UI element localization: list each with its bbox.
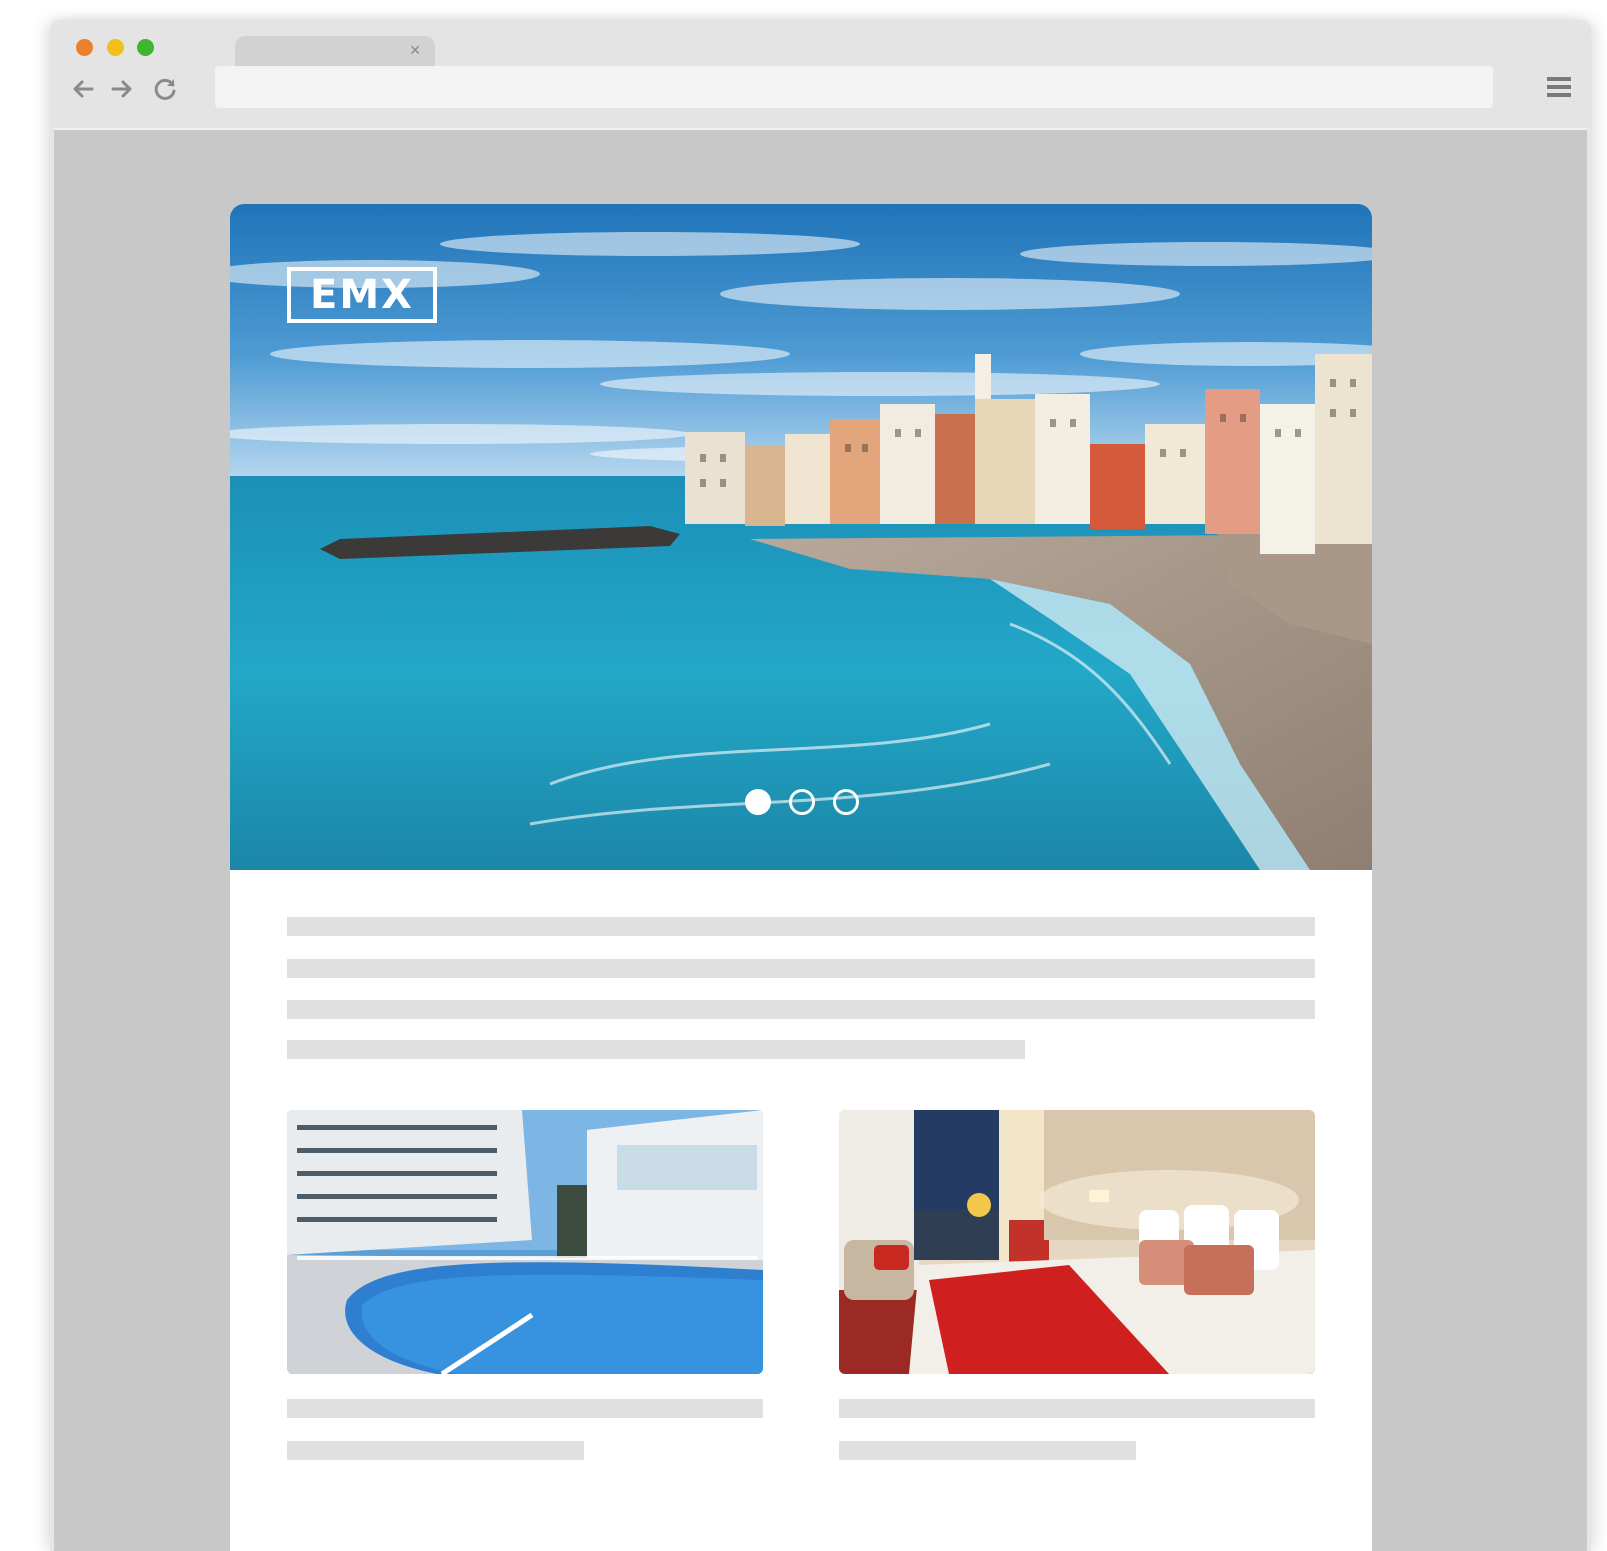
- hotel-bedroom-photo: [839, 1110, 1315, 1374]
- text-placeholder-line: [287, 1441, 584, 1460]
- brand-logo: EMX: [287, 267, 437, 323]
- window-close-button[interactable]: [76, 39, 93, 56]
- text-placeholder-line: [839, 1441, 1136, 1460]
- carousel-dot-3[interactable]: [833, 789, 859, 815]
- text-placeholder-line: [287, 959, 1315, 978]
- text-placeholder-line: [287, 917, 1315, 936]
- text-placeholder-line: [287, 1040, 1025, 1059]
- page-viewport: EMX: [54, 128, 1587, 1551]
- reload-icon[interactable]: [152, 76, 178, 102]
- text-placeholder-line: [287, 1399, 763, 1418]
- arrow-left-icon[interactable]: [70, 76, 96, 102]
- carousel-dot-1[interactable]: [745, 789, 771, 815]
- address-bar[interactable]: [215, 66, 1493, 108]
- window-maximize-button[interactable]: [137, 39, 154, 56]
- text-placeholder-line: [287, 1000, 1315, 1019]
- hamburger-menu-icon[interactable]: [1545, 73, 1573, 101]
- window-minimize-button[interactable]: [107, 39, 124, 56]
- close-icon[interactable]: ✕: [409, 42, 421, 58]
- hotel-pool-image[interactable]: [287, 1110, 763, 1374]
- hotel-bedroom-image[interactable]: [839, 1110, 1315, 1374]
- browser-window: ✕ EMX: [50, 20, 1591, 1551]
- browser-titlebar: ✕: [50, 20, 1591, 128]
- browser-tab[interactable]: ✕: [235, 36, 435, 66]
- carousel-dot-2[interactable]: [789, 789, 815, 815]
- email-card: EMX: [230, 204, 1372, 1551]
- text-placeholder-line: [839, 1399, 1315, 1418]
- hero-image: EMX: [230, 204, 1372, 870]
- arrow-right-icon[interactable]: [109, 76, 135, 102]
- hotel-pool-photo: [287, 1110, 763, 1374]
